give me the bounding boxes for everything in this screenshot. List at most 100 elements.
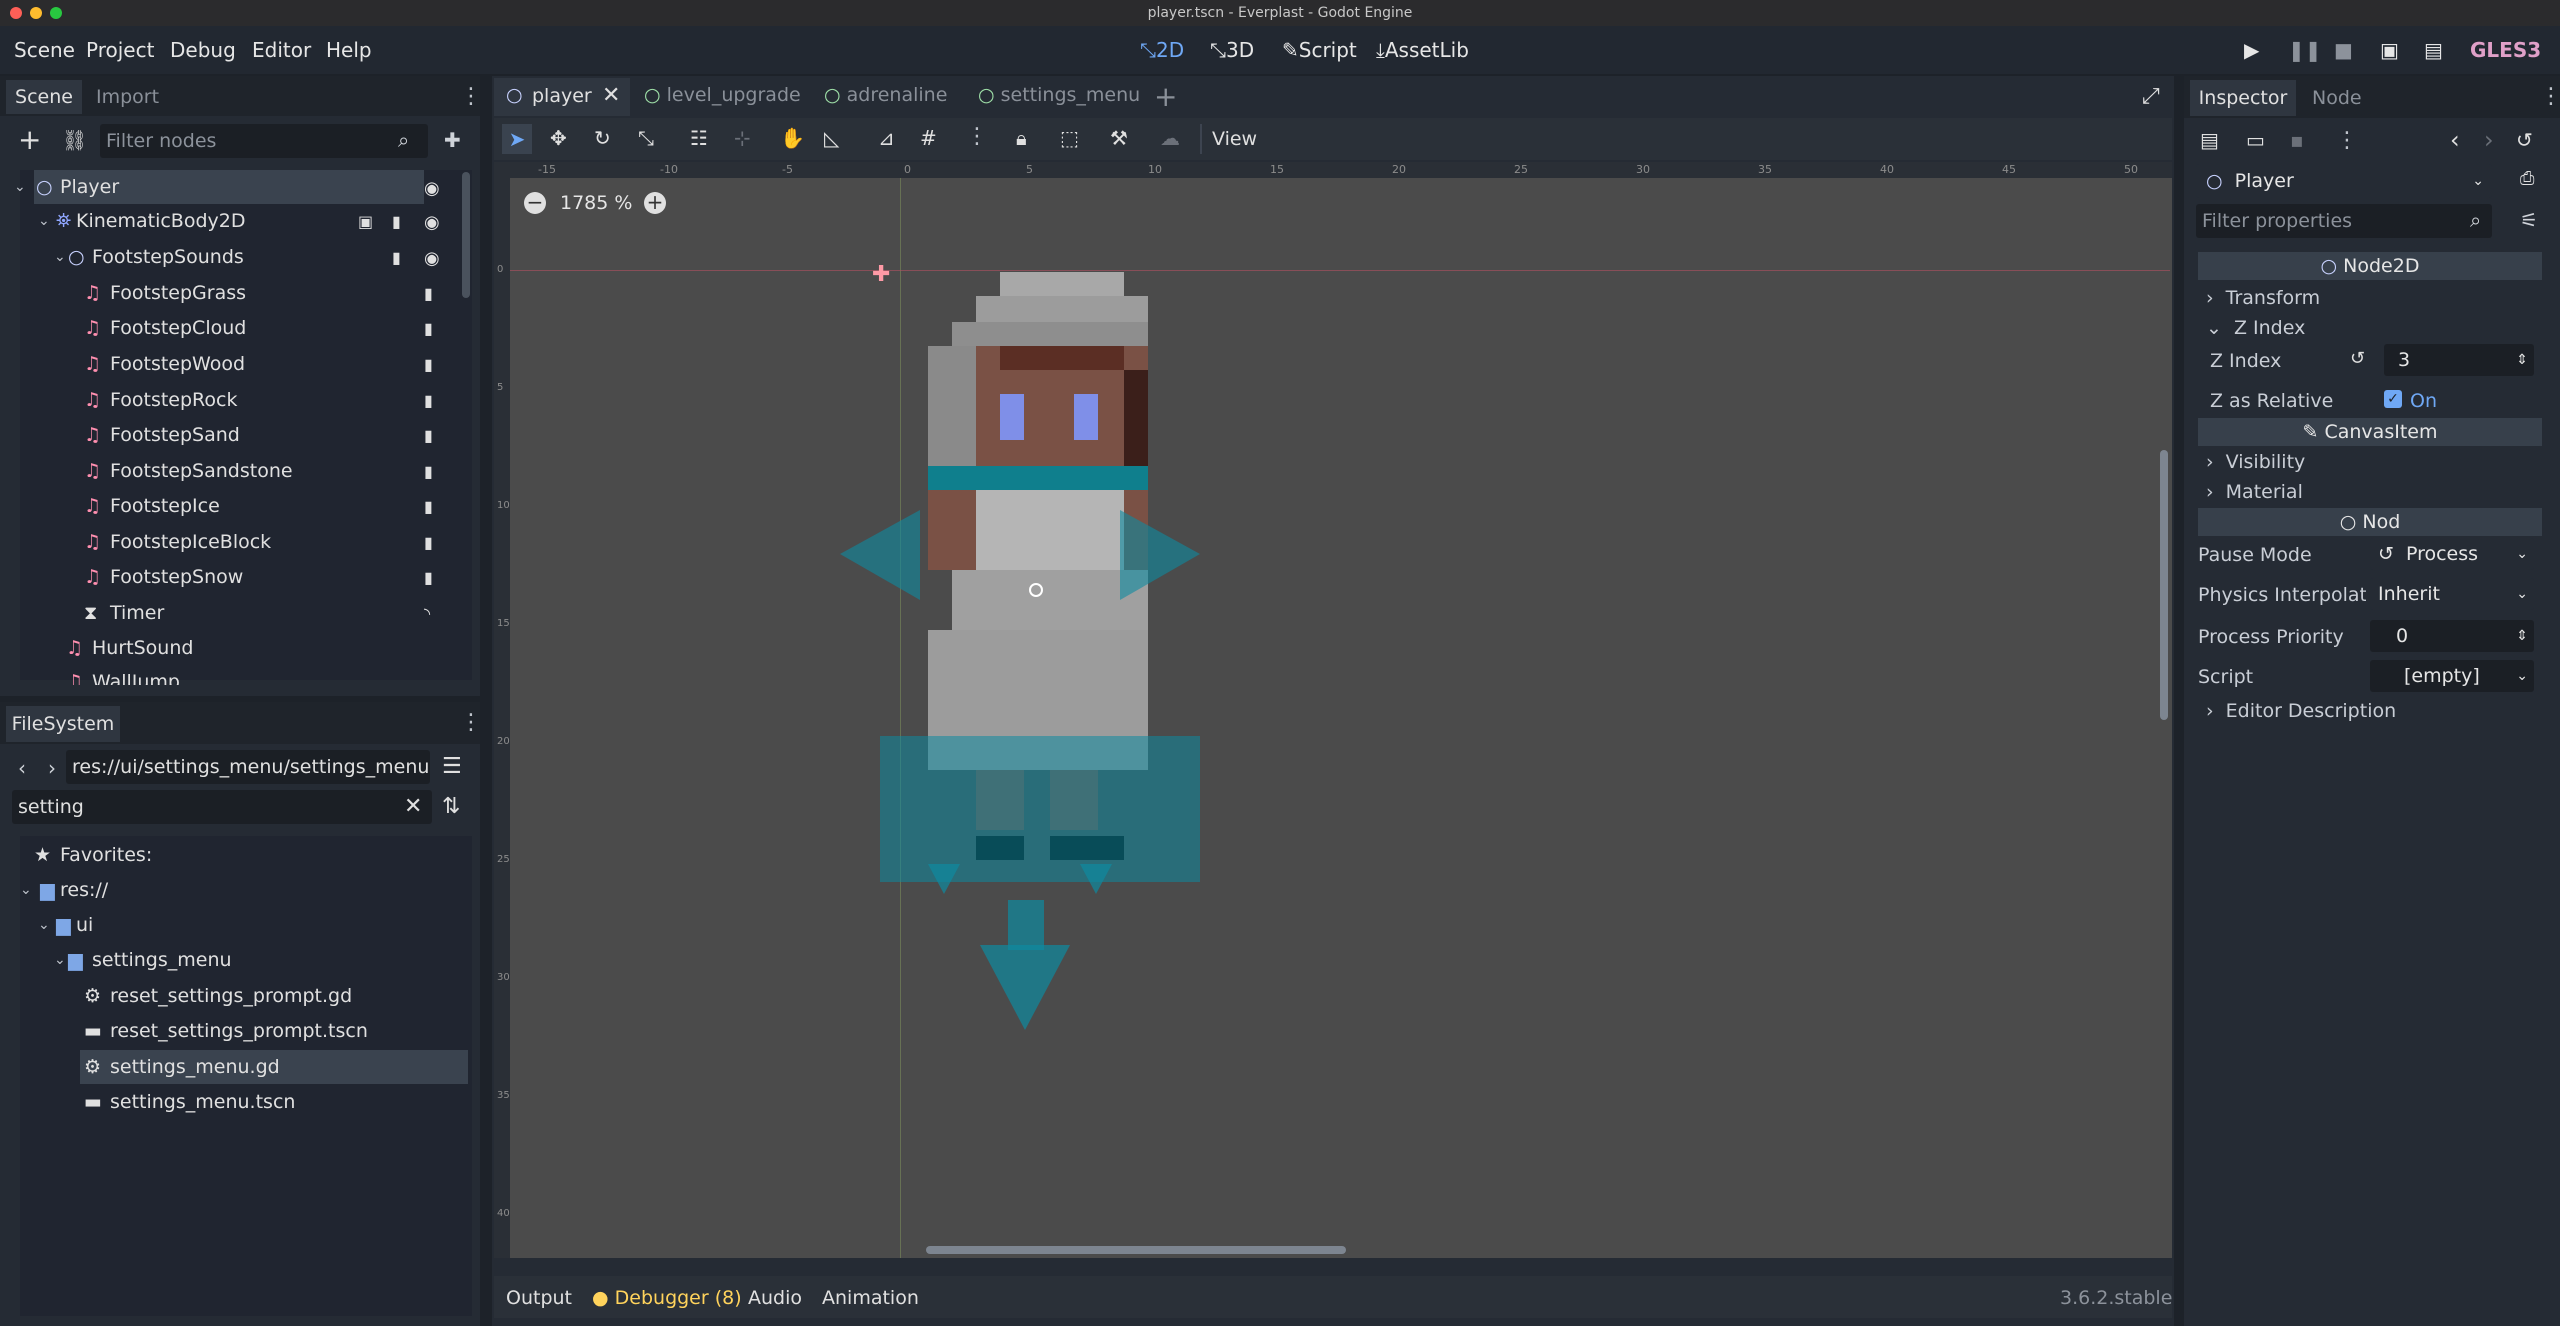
tree-item-footstepiceblock[interactable]: ♫ FootstepIceBlock [84,525,424,559]
section-node[interactable]: ○ Nod [2198,508,2542,536]
player-sprite[interactable] [840,270,1200,1030]
group-selected-icon[interactable]: ⬚ [1060,126,1079,150]
tab-player[interactable]: ○ player ✕ [494,78,630,116]
chevron-down-icon[interactable]: ⌄ [20,873,32,907]
section-canvasitem[interactable]: ✎ CanvasItem [2198,418,2542,446]
rotate-mode-icon[interactable]: ↻ [594,126,611,150]
inspector-menu-icon[interactable]: ⋮ [2540,86,2560,108]
visibility-eye-icon[interactable]: ◉ [424,248,440,269]
fs-res-root[interactable]: ⌄ ▆ res:// [20,873,440,907]
tab-inspector[interactable]: Inspector [2190,80,2296,116]
fs-file-settings-menu-gd[interactable]: ⚙ settings_menu.gd [80,1050,468,1084]
tree-item-footstepwood[interactable]: ♫ FootstepWood [84,347,424,381]
property-filter-options-icon[interactable]: ⚟ [2520,208,2538,232]
scale-mode-icon[interactable]: ⤡ [638,126,654,150]
menu-project[interactable]: Project [86,36,154,64]
history-back-icon[interactable]: ‹ [2450,126,2460,154]
add-node-icon[interactable]: + [18,126,41,154]
viewport-v-scrollbar[interactable] [2160,450,2168,720]
workspace-assetlib[interactable]: ⤓AssetLib [1376,36,1469,64]
chevron-down-icon[interactable]: ⌄ [38,204,50,238]
sort-icon[interactable]: ⇅ [442,794,460,819]
history-forward-icon[interactable]: › [2484,126,2494,154]
lock-icon[interactable]: 🔒︎ [1016,126,1027,150]
tree-item-hurtsound[interactable]: ♫ HurtSound [66,631,406,665]
script-attached-icon[interactable]: ▮ [424,355,433,374]
pan-mode-icon[interactable]: ✋ [780,126,805,150]
tree-item-footstepsandstone[interactable]: ♫ FootstepSandstone [84,454,424,488]
select-mode-icon[interactable]: ➤ [502,124,532,154]
group-zindex[interactable]: ⌄ Z Index [2206,314,2305,342]
tab-level-upgrade[interactable]: ○ level_upgrade [644,84,801,114]
bottom-tab-debugger[interactable]: ● Debugger (8) [592,1284,742,1312]
scene-dock-menu-icon[interactable]: ⋮ [460,86,482,108]
play-icon[interactable]: ▶ [2244,38,2268,62]
workspace-2d[interactable]: ⤡2D [1140,36,1184,64]
script-attached-icon[interactable]: ▮ [424,426,433,445]
filter-properties-input[interactable]: Filter properties [2196,204,2492,238]
viewport-h-scrollbar[interactable] [926,1246,1346,1254]
chevron-down-icon[interactable]: ⌄ [14,170,26,204]
revert-icon[interactable]: ↺ [2350,348,2365,369]
menu-debug[interactable]: Debug [170,36,236,64]
filesystem-path-input[interactable]: res://ui/settings_menu/settings_menu.g [66,750,430,784]
tree-item-footstepcloud[interactable]: ♫ FootstepCloud [84,311,424,345]
chevron-down-icon[interactable]: ⌄ [38,908,50,942]
pivot-mode-icon[interactable]: ⊹ [734,126,751,150]
tree-item-timer[interactable]: ⧗ Timer [84,596,424,630]
tree-item-kinematicbody2d[interactable]: ⌄ ⛯ KinematicBody2D [38,204,396,238]
script-attached-icon[interactable]: ▮ [424,319,433,338]
minimize-window-button[interactable] [30,7,42,19]
pause-mode-select[interactable]: ↺ Process ⌄ [2370,538,2534,570]
physics-interp-select[interactable]: Inherit ⌄ [2370,578,2534,610]
signal-icon[interactable]: ◝ [424,604,430,623]
script-attached-icon[interactable]: ▮ [392,248,401,267]
fs-favorites[interactable]: ★ Favorites: [34,838,434,872]
visibility-eye-icon[interactable]: ◉ [424,212,440,233]
workspace-3d[interactable]: ⤡3D [1210,36,1254,64]
tree-item-walljump[interactable]: ♫ WallJump [66,665,406,685]
group-visibility[interactable]: › Visibility [2206,448,2305,476]
tab-settings-menu[interactable]: ○ settings_menu [978,84,1140,114]
close-window-button[interactable] [10,7,22,19]
process-priority-spinbox[interactable]: 0 ⇕ [2370,620,2534,652]
spin-arrows-icon[interactable]: ⇕ [2516,344,2528,376]
zoom-out-button[interactable]: − [524,192,546,214]
filesystem-search-input[interactable]: setting [12,790,432,824]
docs-icon[interactable]: ⎙ [2520,168,2534,189]
script-attached-icon[interactable]: ▮ [424,462,433,481]
grid-snap-icon[interactable]: # [920,126,937,150]
script-attached-icon[interactable]: ▮ [392,212,401,231]
filesystem-dock-menu-icon[interactable]: ⋮ [460,712,482,734]
bottom-tab-output[interactable]: Output [506,1284,572,1312]
filter-nodes-input[interactable]: Filter nodes [100,124,428,158]
pause-icon[interactable]: ❚❚ [2288,38,2322,62]
stop-icon[interactable]: ■ [2334,38,2358,62]
open-folder-icon[interactable]: ▭ [2246,128,2265,152]
group-editor-description[interactable]: › Editor Description [2206,696,2396,726]
tab-adrenaline[interactable]: ○ adrenaline [824,84,947,114]
menu-scene[interactable]: Scene [14,36,75,64]
inspector-options-icon[interactable]: ⋮ [2336,130,2358,152]
play-scene-icon[interactable]: ▣ [2380,38,2404,62]
script-attached-icon[interactable]: ▮ [424,284,433,303]
list-select-icon[interactable]: ☷ [690,126,708,150]
zoom-level[interactable]: 1785 % [560,190,632,216]
camera-override-icon[interactable]: ☁ [1160,126,1180,150]
forward-icon[interactable]: › [48,756,56,780]
instance-scene-icon[interactable]: ⛓ [62,128,87,152]
script-attached-icon[interactable]: ▮ [424,533,433,552]
attach-script-icon[interactable]: ✚ [444,128,461,152]
menu-help[interactable]: Help [326,36,372,64]
script-attached-icon[interactable]: ▮ [424,568,433,587]
scene-tree-scrollbar[interactable] [462,172,470,298]
tree-item-footsteprock[interactable]: ♫ FootstepRock [84,383,424,417]
tree-item-footstepsounds[interactable]: ⌄ ○ FootstepSounds [54,240,392,274]
tab-node[interactable]: Node [2312,80,2362,116]
inspected-object-selector[interactable]: ○ Player ⌄ [2196,164,2492,198]
visibility-eye-icon[interactable]: ◉ [424,178,440,199]
distraction-free-icon[interactable]: ⤢ [2142,84,2160,109]
group-material[interactable]: › Material [2206,478,2303,506]
script-resource-picker[interactable]: [empty] ⌄ [2370,660,2534,692]
move-mode-icon[interactable]: ✥ [550,126,567,150]
